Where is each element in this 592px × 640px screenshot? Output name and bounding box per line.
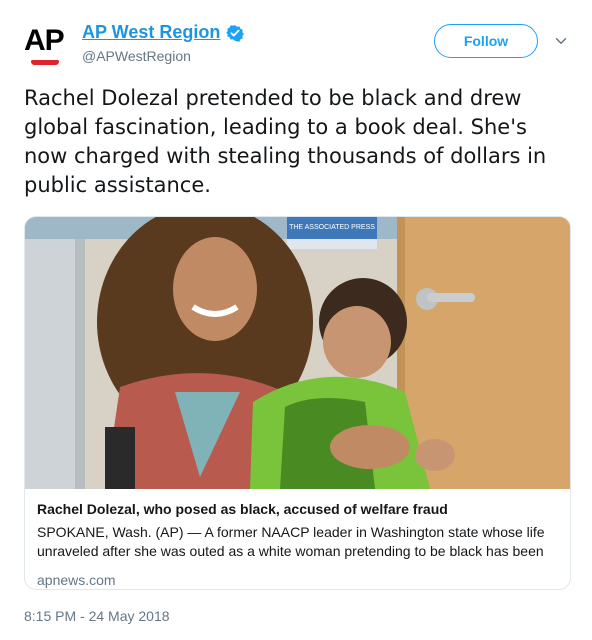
card-domain[interactable]: apnews.com (37, 571, 558, 589)
verified-badge-icon (226, 24, 245, 42)
account-handle[interactable]: @APWestRegion (82, 48, 191, 64)
follow-button[interactable]: Follow (434, 24, 538, 58)
card-photo-image[interactable]: THE ASSOCIATED PRESS (25, 217, 570, 489)
photo-watermark: THE ASSOCIATED PRESS (289, 224, 375, 231)
tweet-timestamp[interactable]: 8:15 PM - 24 May 2018 (24, 608, 170, 624)
link-card[interactable]: THE ASSOCIATED PRESS Rachel Dolezal, who… (24, 216, 571, 590)
ap-logo[interactable]: AP (22, 20, 70, 68)
display-name-link[interactable]: AP West Region (82, 22, 220, 43)
card-title[interactable]: Rachel Dolezal, who posed as black, accu… (37, 500, 558, 519)
account-name-row: AP West Region (82, 22, 245, 43)
card-body: Rachel Dolezal, who posed as black, accu… (25, 489, 570, 589)
tweet-text: Rachel Dolezal pretended to be black and… (24, 86, 547, 197)
chevron-down-icon[interactable] (552, 32, 570, 50)
card-description: SPOKANE, Wash. (AP) — A former NAACP lea… (37, 524, 545, 559)
ap-logo-text: AP (24, 24, 65, 57)
tweet-header: AP AP West Region @APWestRegion Follow (22, 18, 582, 74)
ap-logo-underline (31, 60, 59, 65)
